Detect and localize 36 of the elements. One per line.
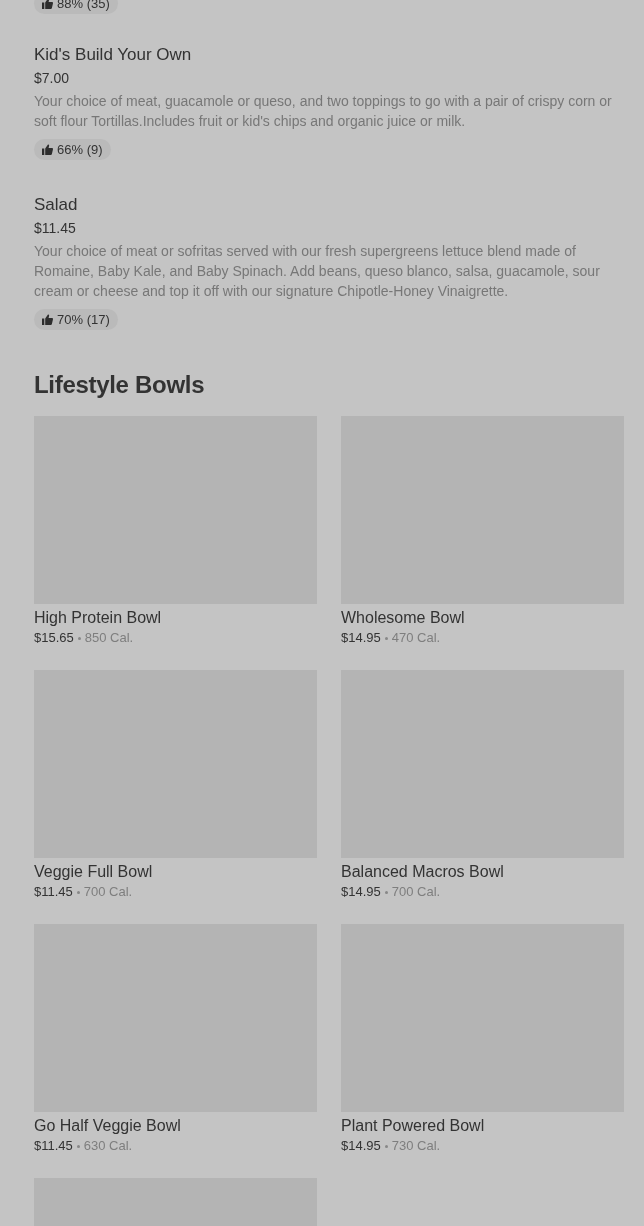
thumbs-up-icon — [42, 314, 53, 325]
separator-dot — [76, 1144, 80, 1148]
separator-dot — [77, 636, 81, 640]
bowl-price: $14.95 — [341, 1137, 381, 1155]
bowl-price: $14.95 — [341, 629, 381, 647]
rating-badge: 66% (9) — [34, 139, 111, 160]
item-name[interactable]: Salad — [34, 194, 624, 216]
calories: 850 Cal. — [84, 629, 134, 647]
calories: 470 Cal. — [391, 629, 441, 647]
bowl-price: $11.45 — [34, 883, 73, 901]
bowl-name[interactable]: Plant Powered Bowl — [341, 1115, 624, 1137]
rating-badge: 70% (17) — [34, 309, 118, 330]
bowl-price: $14.95 — [341, 883, 381, 901]
separator-dot — [384, 890, 388, 894]
item-description: Your choice of meat or sofritas served with our fresh supergreens lettuce blend made of Romaine, Baby Kale, and Baby Spinach. Add beans, queso blanco, salsa, guacamole, sour cream or cheese and top it off with our signature Chipotle-Honey Vinaigrette. — [34, 242, 601, 301]
bowl-price: $11.45 — [34, 1137, 73, 1155]
bowl-price: $15.65 — [34, 629, 74, 647]
bowl-name[interactable]: Veggie Full Bowl — [34, 861, 317, 883]
bowl-name[interactable]: Wholesome Bowl — [341, 607, 624, 629]
separator-dot — [76, 890, 80, 894]
thumbs-up-icon — [42, 0, 53, 9]
bowl-name[interactable]: Balanced Macros Bowl — [341, 861, 624, 883]
calories: 630 Cal. — [83, 1137, 133, 1155]
calories: 700 Cal. — [391, 883, 441, 901]
item-price: $7.00 — [34, 69, 71, 87]
thumbs-up-icon — [42, 144, 53, 155]
bowl-name[interactable]: High Protein Bowl — [34, 607, 317, 629]
separator-dot — [384, 1144, 388, 1148]
item-name[interactable]: Kid's Build Your Own — [34, 44, 624, 66]
separator-dot — [384, 636, 388, 640]
calories: 730 Cal. — [391, 1137, 441, 1155]
item-description: Your choice of meat, guacamole or queso, and two toppings to go with a pair of crispy corn or soft flour Tortillas.Includes fruit or kid's chips and organic juice or milk. — [34, 92, 613, 131]
item-price: $11.45 — [34, 219, 77, 237]
section-title: Lifestyle Bowls — [34, 370, 206, 400]
bowl-name[interactable]: Go Half Veggie Bowl — [34, 1115, 317, 1137]
calories: 700 Cal. — [83, 883, 133, 901]
